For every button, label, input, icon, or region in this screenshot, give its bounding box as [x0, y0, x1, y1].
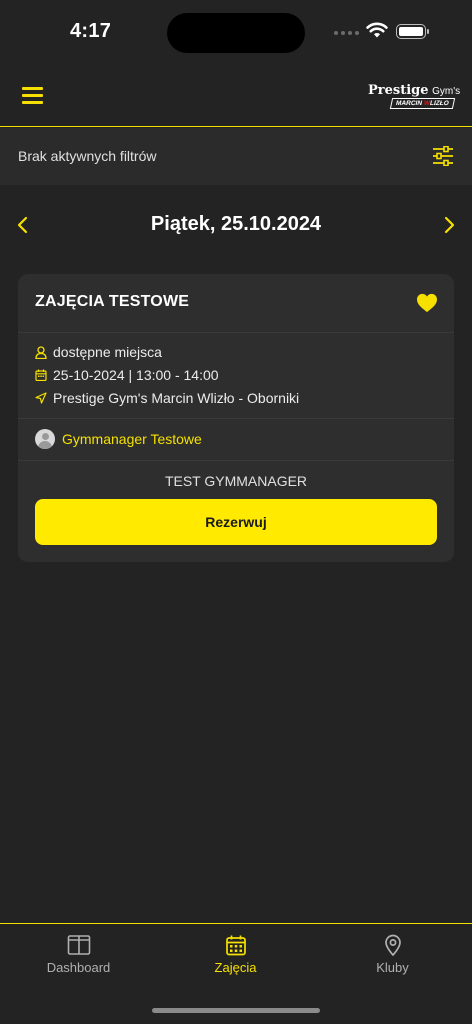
next-day-chevron-icon[interactable] [440, 213, 460, 237]
datetime-text: 25-10-2024 | 13:00 - 14:00 [53, 367, 219, 383]
calendar-icon [225, 935, 246, 956]
trainer-link[interactable]: Gymmanager Testowe [35, 429, 202, 449]
calendar-small-icon [35, 369, 47, 381]
favorite-heart-icon[interactable] [416, 293, 438, 313]
availability-text: dostępne miejsca [53, 344, 162, 360]
tab-zajecia[interactable]: Zajęcia [157, 934, 314, 977]
filter-bar: Brak aktywnych filtrów [0, 128, 472, 185]
app-header: Prestige Gym's MARCIN WLIZŁO [0, 64, 472, 127]
status-time: 4:17 [70, 20, 112, 42]
hamburger-menu-icon[interactable] [22, 87, 43, 104]
class-card-title: ZAJĘCIA TESTOWE [35, 293, 190, 310]
reserve-button[interactable]: Rezerwuj [35, 499, 437, 545]
dashboard-icon [67, 935, 90, 955]
brand-logo: Prestige Gym's MARCIN WLIZŁO [368, 83, 461, 109]
date-navigator: Piątek, 25.10.2024 [0, 200, 472, 250]
datetime-row: 25-10-2024 | 13:00 - 14:00 [35, 367, 219, 383]
trainer-avatar [35, 429, 55, 449]
class-card[interactable]: ZAJĘCIA TESTOWE dostępne miejsca 25-10-2… [18, 274, 454, 562]
battery-icon [396, 24, 429, 39]
tab-zajecia-label: Zajęcia [214, 960, 257, 975]
availability-row: dostępne miejsca [35, 344, 162, 360]
class-name-label: TEST GYMMANAGER [164, 473, 308, 489]
dynamic-island [167, 13, 305, 53]
navigation-arrow-icon [35, 392, 47, 404]
location-row: Prestige Gym's Marcin Wlizło - Oborniki [35, 390, 299, 406]
card-divider [18, 460, 454, 461]
tab-dashboard[interactable]: Dashboard [0, 934, 157, 977]
location-pin-icon [384, 934, 401, 956]
filter-sliders-icon[interactable] [432, 146, 454, 166]
wifi-icon [366, 22, 388, 38]
cellular-signal-icon [334, 31, 359, 35]
trainer-name: Gymmanager Testowe [62, 431, 202, 447]
home-indicator[interactable] [152, 1008, 320, 1013]
card-divider [18, 332, 454, 333]
tab-kluby-label: Kluby [376, 960, 409, 975]
filter-status-text: Brak aktywnych filtrów [18, 148, 157, 164]
status-bar: 4:17 [0, 0, 472, 64]
location-text: Prestige Gym's Marcin Wlizło - Oborniki [53, 390, 300, 406]
person-icon [35, 345, 47, 359]
selected-date-title: Piątek, 25.10.2024 [150, 213, 322, 235]
tab-dashboard-label: Dashboard [46, 960, 111, 975]
tab-kluby[interactable]: Kluby [314, 934, 471, 977]
card-divider [18, 418, 454, 419]
